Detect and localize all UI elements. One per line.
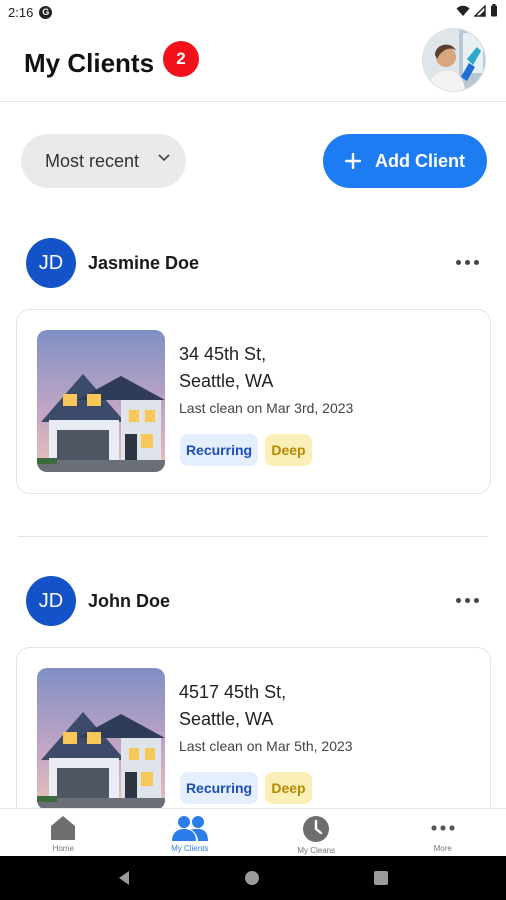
notification-count-badge: 2: [163, 41, 199, 77]
app-notification-icon: G: [39, 5, 53, 19]
address-street: 4517 45th St,: [179, 682, 287, 702]
tag-deep: Deep: [265, 434, 312, 466]
sort-label: Most recent: [45, 150, 140, 171]
client-initials-avatar: JD: [26, 238, 76, 288]
back-icon[interactable]: [117, 870, 131, 886]
bottom-nav: Home My Clients My Cleans More: [0, 808, 506, 856]
page-title: My Clients: [24, 48, 155, 78]
tag-deep: Deep: [265, 772, 312, 804]
nav-item-my-clients[interactable]: My Clients: [127, 809, 254, 856]
nav-item-my-cleans[interactable]: My Cleans: [253, 809, 380, 856]
sort-dropdown[interactable]: Most recent: [21, 134, 186, 188]
system-nav-bar: [0, 856, 506, 900]
home-icon: [51, 816, 76, 840]
house-image: [37, 668, 165, 810]
user-avatar[interactable]: [422, 28, 486, 92]
nav-label-more: More: [433, 844, 452, 853]
nav-item-more[interactable]: More: [380, 809, 506, 856]
more-dot-icon: [464, 259, 470, 265]
status-icons: [456, 4, 498, 17]
client-more-button[interactable]: [452, 250, 482, 274]
client-header[interactable]: JD Jasmine Doe: [0, 236, 506, 290]
more-dot-icon: [473, 597, 479, 603]
address-city: Seattle, WA: [179, 371, 274, 391]
more-dot-icon: [455, 597, 461, 603]
more-horizontal-icon: [431, 825, 455, 831]
client-header[interactable]: JD John Doe: [0, 574, 506, 628]
nav-label-my-clients: My Clients: [171, 844, 209, 853]
wifi-icon: [456, 5, 470, 16]
last-clean-date: Last clean on Mar 5th, 2023: [179, 738, 353, 754]
battery-icon: [491, 4, 497, 17]
more-dot-icon: [455, 259, 461, 265]
house-image: [37, 330, 165, 472]
screen: 2:16 G My Clients 2 Most recent Add Clie…: [0, 0, 506, 900]
section-divider: [18, 536, 488, 537]
tag-recurring: Recurring: [180, 434, 258, 466]
more-dot-icon: [464, 597, 470, 603]
add-client-label: Add Client: [375, 150, 465, 171]
app-header: My Clients 2: [0, 24, 506, 102]
nav-label-home: Home: [52, 844, 74, 853]
client-name: Jasmine Doe: [88, 253, 200, 273]
client-initials-avatar: JD: [26, 576, 76, 626]
address-street: 34 45th St,: [179, 344, 267, 364]
nav-item-home[interactable]: Home: [0, 809, 127, 856]
address-city: Seattle, WA: [179, 709, 274, 729]
signal-icon: [474, 4, 486, 17]
add-client-button[interactable]: Add Client: [323, 134, 487, 188]
more-dot-icon: [473, 259, 479, 265]
people-icon: [171, 816, 208, 841]
recents-icon[interactable]: [373, 870, 389, 886]
property-card[interactable]: 34 45th St, Seattle, WA Last clean on Ma…: [16, 309, 491, 494]
tag-recurring: Recurring: [180, 772, 258, 804]
nav-label-my-cleans: My Cleans: [297, 846, 336, 855]
plus-icon: [345, 153, 361, 169]
chevron-down-icon: [158, 154, 170, 162]
clock-icon: [303, 816, 330, 842]
client-more-button[interactable]: [452, 588, 482, 612]
property-card[interactable]: 4517 45th St, Seattle, WA Last clean on …: [16, 647, 491, 832]
last-clean-date: Last clean on Mar 3rd, 2023: [179, 400, 354, 416]
status-bar: 2:16 G: [0, 0, 506, 24]
status-time: 2:16: [8, 4, 34, 20]
home-circle-icon[interactable]: [244, 870, 260, 886]
client-name: John Doe: [88, 591, 171, 611]
